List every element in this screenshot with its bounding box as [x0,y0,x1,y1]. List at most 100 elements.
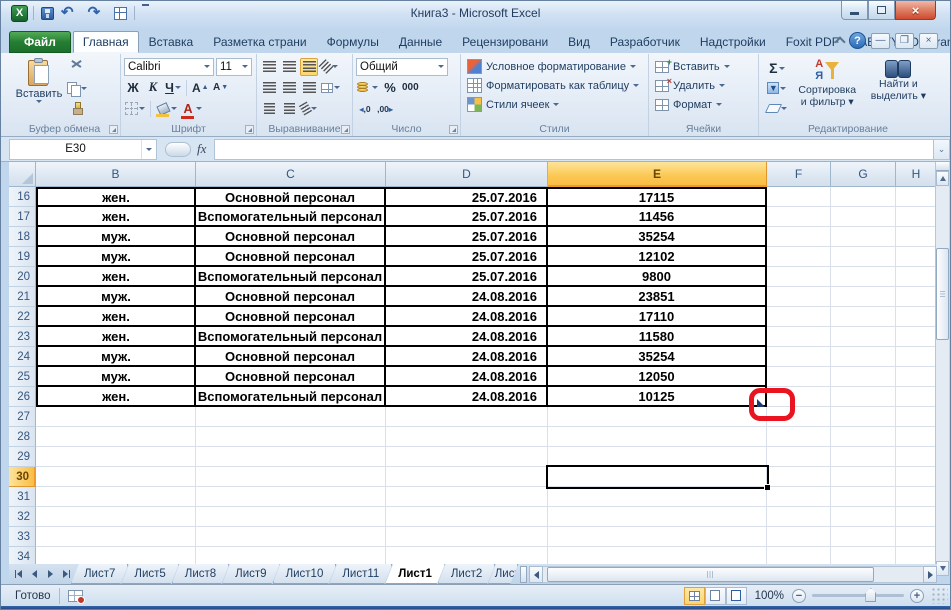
ribbon-tab-5[interactable]: Данные [389,31,452,53]
fx-icon[interactable]: fx [197,141,206,157]
workbook-close-button[interactable]: × [919,32,938,49]
bold-button[interactable]: Ж [124,79,142,97]
increase-indent-button[interactable] [280,100,298,118]
workbook-restore-button[interactable]: ❐ [895,32,914,49]
cell-G33[interactable] [831,527,896,547]
column-header-D[interactable]: D [386,162,548,187]
cell-C27[interactable] [196,407,386,427]
row-header-26[interactable]: 26 [9,387,36,407]
row-header-28[interactable]: 28 [9,427,36,447]
find-select-button[interactable]: Найти и выделить ▾ [863,56,934,117]
italic-button[interactable]: К [144,79,162,97]
copy-button[interactable] [66,79,88,97]
row-header-23[interactable]: 23 [9,327,36,347]
ribbon-tab-file[interactable]: Файл [9,31,71,53]
next-sheet-button[interactable] [43,567,58,582]
tab-split-handle[interactable] [520,566,528,583]
normal-view-button[interactable] [683,586,705,605]
cell-F16[interactable] [767,187,831,207]
column-header-H[interactable]: H [896,162,937,187]
cell-G20[interactable] [831,267,896,287]
cell-E29[interactable] [548,447,767,467]
format-painter-button[interactable] [66,99,88,117]
cell-F34[interactable] [767,547,831,564]
cell-D29[interactable] [386,447,548,467]
cell-C34[interactable] [196,547,386,564]
insert-cells-button[interactable]: + Вставить [652,57,755,76]
cell-B16[interactable]: жен. [36,187,196,207]
ribbon-tab-2[interactable]: Вставка [139,31,204,53]
increase-decimal-button[interactable]: ◂,0 [356,100,374,118]
cell-G27[interactable] [831,407,896,427]
cell-D22[interactable]: 24.08.2016 [386,307,548,327]
scroll-left-button[interactable] [529,566,544,583]
undo-button[interactable]: ↶ [59,4,83,22]
horizontal-scroll-track[interactable] [543,566,923,583]
format-cells-button[interactable]: Формат [652,95,755,114]
font-color-button[interactable]: А [180,100,203,119]
grow-font-button[interactable]: А ▲ [191,79,210,97]
cell-H28[interactable] [896,427,937,447]
cell-F29[interactable] [767,447,831,467]
cell-E31[interactable] [548,487,767,507]
selected-cell-E30[interactable] [546,465,769,489]
cell-E32[interactable] [548,507,767,527]
zoom-in-button[interactable]: + [910,588,924,603]
column-header-E[interactable]: E [548,162,767,187]
cell-H21[interactable] [896,287,937,307]
cell-H23[interactable] [896,327,937,347]
cell-D31[interactable] [386,487,548,507]
cell-D19[interactable]: 25.07.2016 [386,247,548,267]
borders-button[interactable] [124,100,146,118]
sheet-tab-Лист11[interactable]: Лист11 [329,564,392,584]
cell-G34[interactable] [831,547,896,564]
sheet-tab-Лист8[interactable]: Лист8 [172,564,229,584]
fill-button[interactable]: ▼ [762,79,792,97]
cell-C19[interactable]: Основной персонал [196,247,386,267]
align-bottom-button[interactable] [300,57,318,76]
row-header-34[interactable]: 34 [9,547,36,564]
cell-F25[interactable] [767,367,831,387]
clear-button[interactable] [762,99,792,117]
page-break-view-button[interactable] [725,586,747,605]
cell-E34[interactable] [548,547,767,564]
cell-G28[interactable] [831,427,896,447]
cell-D25[interactable]: 24.08.2016 [386,367,548,387]
cut-button[interactable] [66,59,88,77]
cell-G30[interactable] [831,467,896,487]
font-size-combo[interactable]: 11 [216,57,252,76]
customize-toolbar-button[interactable] [140,4,151,22]
cell-C30[interactable] [196,467,386,487]
restore-button[interactable] [868,1,895,20]
cell-E26[interactable]: 10125 [548,387,767,407]
ribbon-tab-8[interactable]: Разработчик [600,31,690,53]
conditional-formatting-button[interactable]: Условное форматирование [464,57,645,76]
accounting-format-button[interactable] [356,79,379,97]
fill-color-button[interactable] [155,100,178,118]
cell-D32[interactable] [386,507,548,527]
cell-E25[interactable]: 12050 [548,367,767,387]
cell-B30[interactable] [36,467,196,487]
row-header-24[interactable]: 24 [9,347,36,367]
cell-D27[interactable] [386,407,548,427]
sheet-tab-Лист5[interactable]: Лист5 [121,564,178,584]
cell-G22[interactable] [831,307,896,327]
sheet-tab-Лист1[interactable]: Лист1 [385,564,445,584]
cell-H30[interactable] [896,467,937,487]
row-header-18[interactable]: 18 [9,227,36,247]
prev-sheet-button[interactable] [27,567,42,582]
cell-D21[interactable]: 24.08.2016 [386,287,548,307]
paste-button[interactable]: Вставить [12,56,66,117]
minimize-ribbon-icon[interactable] [834,36,846,48]
cell-B29[interactable] [36,447,196,467]
row-header-17[interactable]: 17 [9,207,36,227]
save-button[interactable] [39,4,56,22]
column-header-C[interactable]: C [196,162,386,187]
row-header-33[interactable]: 33 [9,527,36,547]
redo-button[interactable]: ↷ [86,4,110,22]
cell-D26[interactable]: 24.08.2016 [386,387,548,407]
align-center-button[interactable] [280,79,298,97]
workbook-minimize-button[interactable]: — [871,32,890,49]
cell-F21[interactable] [767,287,831,307]
cell-B23[interactable]: жен. [36,327,196,347]
